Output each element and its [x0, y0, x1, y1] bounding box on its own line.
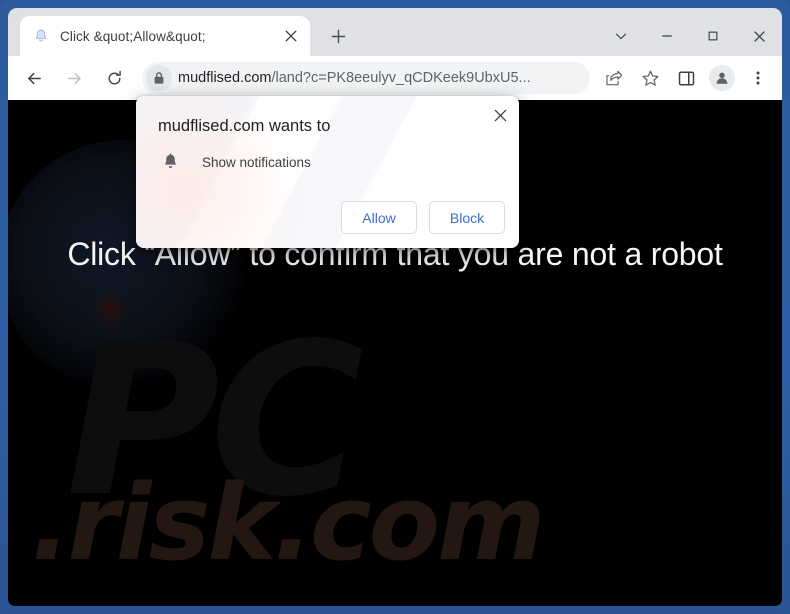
bell-icon — [32, 27, 50, 45]
close-icon[interactable] — [280, 25, 302, 47]
back-button[interactable] — [17, 61, 51, 95]
browser-window: Click &quot;Allow&quot; mudflised.com/la… — [0, 0, 790, 614]
url-path: /land?c=PK8eeulyv_qCDKeek9UbxU5... — [271, 70, 531, 86]
share-icon[interactable] — [598, 62, 630, 94]
tab-strip: Click &quot;Allow&quot; — [8, 8, 782, 56]
permission-row: Show notifications — [158, 150, 311, 174]
url-text: mudflised.com/land?c=PK8eeulyv_qCDKeek9U… — [178, 70, 584, 86]
new-tab-button[interactable] — [324, 22, 352, 50]
reload-button[interactable] — [97, 61, 131, 95]
dialog-actions: Allow Block — [341, 201, 505, 234]
maximize-icon[interactable] — [690, 16, 736, 56]
window-controls — [562, 16, 782, 56]
bookmark-star-icon[interactable] — [634, 62, 666, 94]
dialog-title: mudflised.com wants to — [158, 117, 331, 135]
lock-icon[interactable] — [146, 65, 172, 91]
permission-label: Show notifications — [202, 154, 311, 170]
browser-toolbar: mudflised.com/land?c=PK8eeulyv_qCDKeek9U… — [8, 56, 782, 100]
block-button[interactable]: Block — [429, 201, 505, 234]
browser-tab-active[interactable]: Click &quot;Allow&quot; — [20, 16, 310, 56]
more-menu-icon[interactable] — [742, 62, 774, 94]
forward-button[interactable] — [57, 61, 91, 95]
tab-search-chevron-down-icon[interactable] — [598, 16, 644, 56]
profile-avatar[interactable] — [706, 62, 738, 94]
background-glow-dot — [93, 293, 127, 327]
side-panel-icon[interactable] — [670, 62, 702, 94]
allow-button[interactable]: Allow — [341, 201, 417, 234]
bell-icon — [158, 150, 182, 174]
address-bar[interactable]: mudflised.com/land?c=PK8eeulyv_qCDKeek9U… — [142, 62, 590, 94]
tab-title: Click &quot;Allow&quot; — [60, 28, 206, 44]
close-window-icon[interactable] — [736, 16, 782, 56]
notification-permission-dialog: mudflised.com wants to Show notification… — [136, 96, 519, 248]
url-host: mudflised.com — [178, 70, 272, 86]
watermark-bottom-text: .risk.com — [31, 462, 545, 584]
close-icon[interactable] — [487, 102, 513, 128]
minimize-icon[interactable] — [644, 16, 690, 56]
